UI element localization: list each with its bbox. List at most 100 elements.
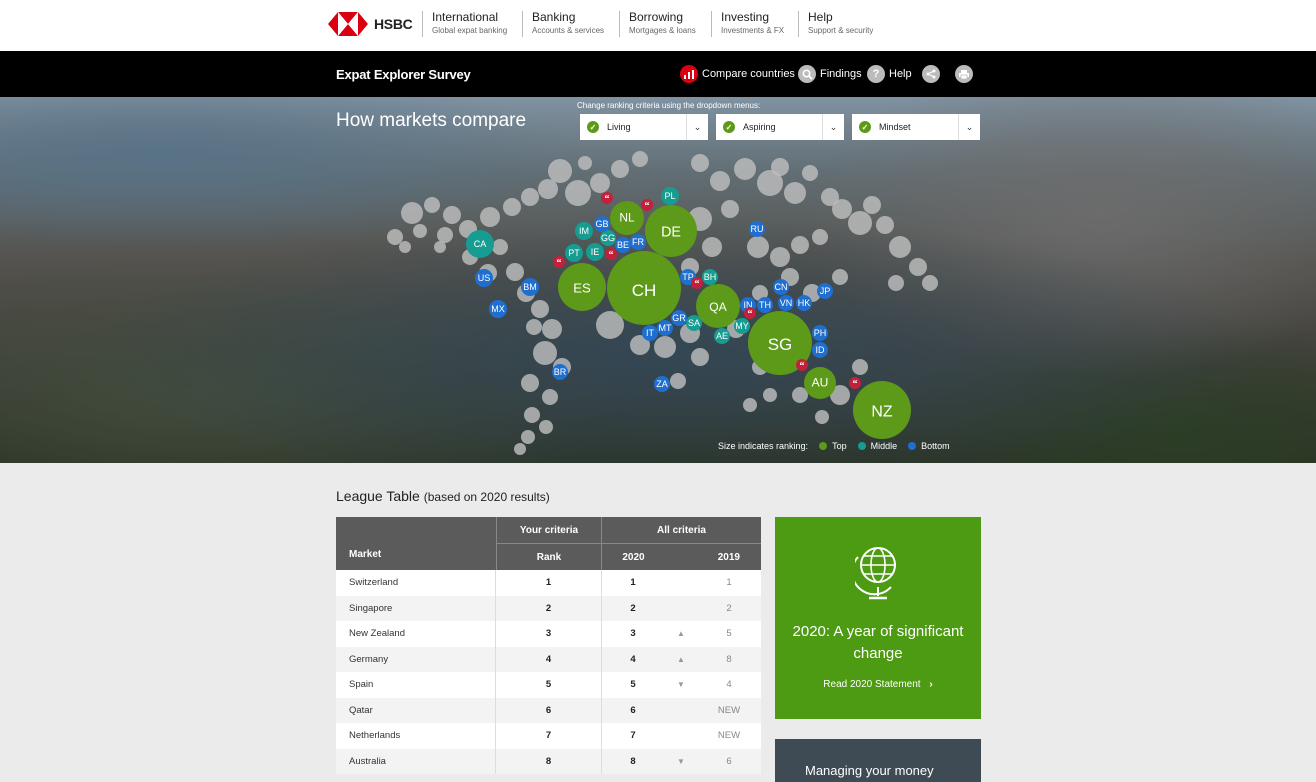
country-bubble-ch[interactable]: CH xyxy=(607,251,681,325)
country-bubble-de[interactable]: DE xyxy=(645,205,697,257)
country-bubble-au[interactable]: AU xyxy=(804,367,836,399)
table-row[interactable]: Qatar 6 6 NEW xyxy=(336,697,761,723)
market-name: New Zealand xyxy=(349,628,405,640)
filler-bubble xyxy=(848,211,872,235)
bubble-label: ID xyxy=(816,345,826,355)
country-bubble-us[interactable]: US xyxy=(475,269,493,287)
legend-bottom-dot xyxy=(908,442,917,450)
aspiring-dropdown[interactable]: ✓ Aspiring ⌄ xyxy=(716,114,844,140)
nav-banking[interactable]: Banking Accounts & services xyxy=(522,11,604,37)
quote-marker-icon[interactable]: “ xyxy=(744,307,756,320)
filler-bubble xyxy=(539,420,553,434)
header-market[interactable]: Market xyxy=(349,549,381,560)
country-bubble-jp[interactable]: JP xyxy=(817,283,833,299)
table-row[interactable]: Switzerland 1 1 1 xyxy=(336,570,761,596)
nav-international[interactable]: International Global expat banking xyxy=(422,11,507,37)
quote-marker-icon[interactable]: “ xyxy=(553,256,565,269)
header-rank[interactable]: Rank xyxy=(496,543,601,570)
header-2019[interactable]: 2019 xyxy=(665,543,761,570)
help-label: Help xyxy=(889,68,912,80)
managing-money-card[interactable]: Managing your money xyxy=(775,739,981,782)
country-bubble-ph[interactable]: PH xyxy=(812,325,828,341)
filler-bubble xyxy=(784,182,806,204)
quote-marker-icon[interactable]: “ xyxy=(605,248,617,261)
managing-money-title: Managing your money xyxy=(805,763,934,778)
country-bubble-gb[interactable]: GB xyxy=(594,216,610,232)
quote-marker-icon[interactable]: “ xyxy=(849,377,861,390)
print-button[interactable] xyxy=(955,65,973,83)
country-bubble-mt[interactable]: MT xyxy=(657,320,673,336)
mindset-dropdown[interactable]: ✓ Mindset ⌄ xyxy=(852,114,980,140)
rank-2019: NEW xyxy=(717,730,741,742)
nav-international-sub: Global expat banking xyxy=(432,26,508,35)
compare-countries-button[interactable]: Compare countries xyxy=(680,65,795,83)
country-bubble-gg[interactable]: GG xyxy=(600,230,616,246)
country-bubble-vn[interactable]: VN xyxy=(778,295,794,311)
filler-bubble xyxy=(691,154,709,172)
legend-middle: Middle xyxy=(870,441,898,451)
filler-bubble xyxy=(852,359,868,375)
rank-2020: 7 xyxy=(630,730,636,742)
table-row[interactable]: Spain 5 5 ▼ 4 xyxy=(336,672,761,698)
your-rank: 2 xyxy=(545,602,552,614)
country-bubble-nl[interactable]: NL xyxy=(610,201,644,235)
country-bubble-mx[interactable]: MX xyxy=(489,300,507,318)
country-bubble-im[interactable]: IM xyxy=(575,222,593,240)
statement-card[interactable]: 2020: A year of significant change Read … xyxy=(775,517,981,719)
bubble-label: US xyxy=(478,273,491,283)
legend-top-dot xyxy=(819,442,828,450)
quote-marker-icon[interactable]: “ xyxy=(691,277,703,290)
country-bubble-fr[interactable]: FR xyxy=(630,234,646,250)
nav-investing[interactable]: Investing Investments & FX xyxy=(711,11,784,37)
country-bubble-it[interactable]: IT xyxy=(642,325,658,341)
check-icon: ✓ xyxy=(859,121,871,133)
read-statement-link[interactable]: Read 2020 Statement › xyxy=(775,679,981,690)
quote-marker-icon[interactable]: “ xyxy=(641,199,653,212)
country-bubble-za[interactable]: ZA xyxy=(654,376,670,392)
country-bubble-pt[interactable]: PT xyxy=(565,244,583,262)
country-bubble-ca[interactable]: CA xyxy=(466,230,494,258)
quote-marker-icon[interactable]: “ xyxy=(601,192,613,205)
filler-bubble xyxy=(542,389,558,405)
share-button[interactable] xyxy=(922,65,940,83)
country-bubble-my[interactable]: MY xyxy=(734,318,750,334)
table-row[interactable]: Germany 4 4 ▲ 8 xyxy=(336,646,761,672)
country-bubble-ru[interactable]: RU xyxy=(749,221,765,237)
share-icon xyxy=(922,65,940,83)
table-row[interactable]: Singapore 2 2 2 xyxy=(336,595,761,621)
market-name: Spain xyxy=(349,679,374,691)
country-bubble-id[interactable]: ID xyxy=(812,342,828,358)
rank-2020: 3 xyxy=(630,628,636,640)
country-bubble-pl[interactable]: PL xyxy=(661,187,679,205)
country-bubble-bh[interactable]: BH xyxy=(702,269,718,285)
findings-button[interactable]: Findings xyxy=(798,65,862,83)
table-row[interactable]: Australia 8 8 ▼ 6 xyxy=(336,748,761,774)
country-bubble-ae[interactable]: AE xyxy=(714,328,730,344)
country-bubble-nz[interactable]: NZ xyxy=(853,381,911,439)
rank-2019: 4 xyxy=(726,679,732,691)
country-bubble-cn[interactable]: CN xyxy=(773,279,789,295)
hsbc-logo[interactable]: HSBC xyxy=(328,12,413,36)
country-bubble-hk[interactable]: HK xyxy=(796,295,812,311)
quote-marker-icon[interactable]: “ xyxy=(796,359,808,372)
quote-glyph: “ xyxy=(645,201,650,212)
country-bubble-ie[interactable]: IE xyxy=(586,243,604,261)
country-bubble-bm[interactable]: BM xyxy=(521,278,539,296)
country-bubble-be[interactable]: BE xyxy=(615,237,631,253)
living-dropdown[interactable]: ✓ Living ⌄ xyxy=(580,114,708,140)
country-bubble-th[interactable]: TH xyxy=(757,297,773,313)
nav-borrowing[interactable]: Borrowing Mortgages & loans xyxy=(619,11,696,37)
country-bubble-sa[interactable]: SA xyxy=(686,315,702,331)
country-bubble-br[interactable]: BR xyxy=(552,364,568,380)
table-row[interactable]: New Zealand 3 3 ▲ 5 xyxy=(336,621,761,647)
country-bubble-qa[interactable]: QA xyxy=(696,284,740,328)
filler-bubble xyxy=(889,236,911,258)
table-row[interactable]: Netherlands 7 7 NEW xyxy=(336,723,761,749)
trend-down-icon: ▼ xyxy=(677,680,685,690)
filler-bubble xyxy=(909,258,927,276)
country-bubble-es[interactable]: ES xyxy=(558,263,606,311)
header-2020[interactable]: 2020 xyxy=(601,543,665,570)
help-button[interactable]: ? Help xyxy=(867,65,912,83)
nav-help[interactable]: Help Support & security xyxy=(798,11,873,37)
country-bubble-gr[interactable]: GR xyxy=(671,310,687,326)
